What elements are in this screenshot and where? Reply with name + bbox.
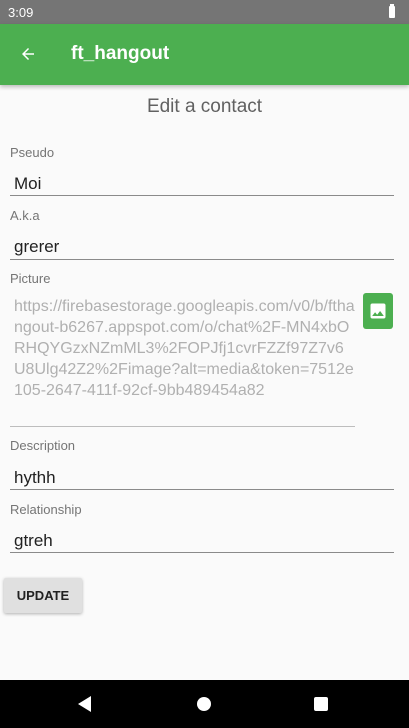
nav-recents-icon[interactable] xyxy=(314,697,328,711)
nav-back-icon[interactable] xyxy=(75,694,95,714)
aka-label: A.k.a xyxy=(10,208,40,223)
page-title: Edit a contact xyxy=(146,96,263,117)
app-bar: ft_hangout xyxy=(0,24,409,85)
relationship-label: Relationship xyxy=(10,502,82,517)
relationship-field[interactable]: gtreh xyxy=(10,531,394,553)
navigation-bar xyxy=(0,680,409,728)
arrow-back-icon[interactable] xyxy=(12,38,44,70)
pick-image-button[interactable] xyxy=(363,293,393,329)
picture-label: Picture xyxy=(10,271,51,286)
description-label: Description xyxy=(10,438,76,453)
update-button[interactable]: UPDATE xyxy=(4,578,82,613)
pseudo-label: Pseudo xyxy=(10,145,55,160)
picture-url-field[interactable]: https://firebasestorage.googleapis.com/v… xyxy=(10,296,355,427)
status-time: 3:09 xyxy=(8,5,34,20)
app-title: ft_hangout xyxy=(71,43,170,64)
status-bar: 3:09 xyxy=(0,0,409,24)
aka-field[interactable]: grerer xyxy=(10,237,394,260)
description-field[interactable]: hythh xyxy=(10,468,394,490)
nav-home-icon[interactable] xyxy=(197,697,211,711)
pseudo-field[interactable]: Moi xyxy=(10,174,394,196)
image-icon xyxy=(370,303,386,319)
battery-icon xyxy=(389,4,395,18)
